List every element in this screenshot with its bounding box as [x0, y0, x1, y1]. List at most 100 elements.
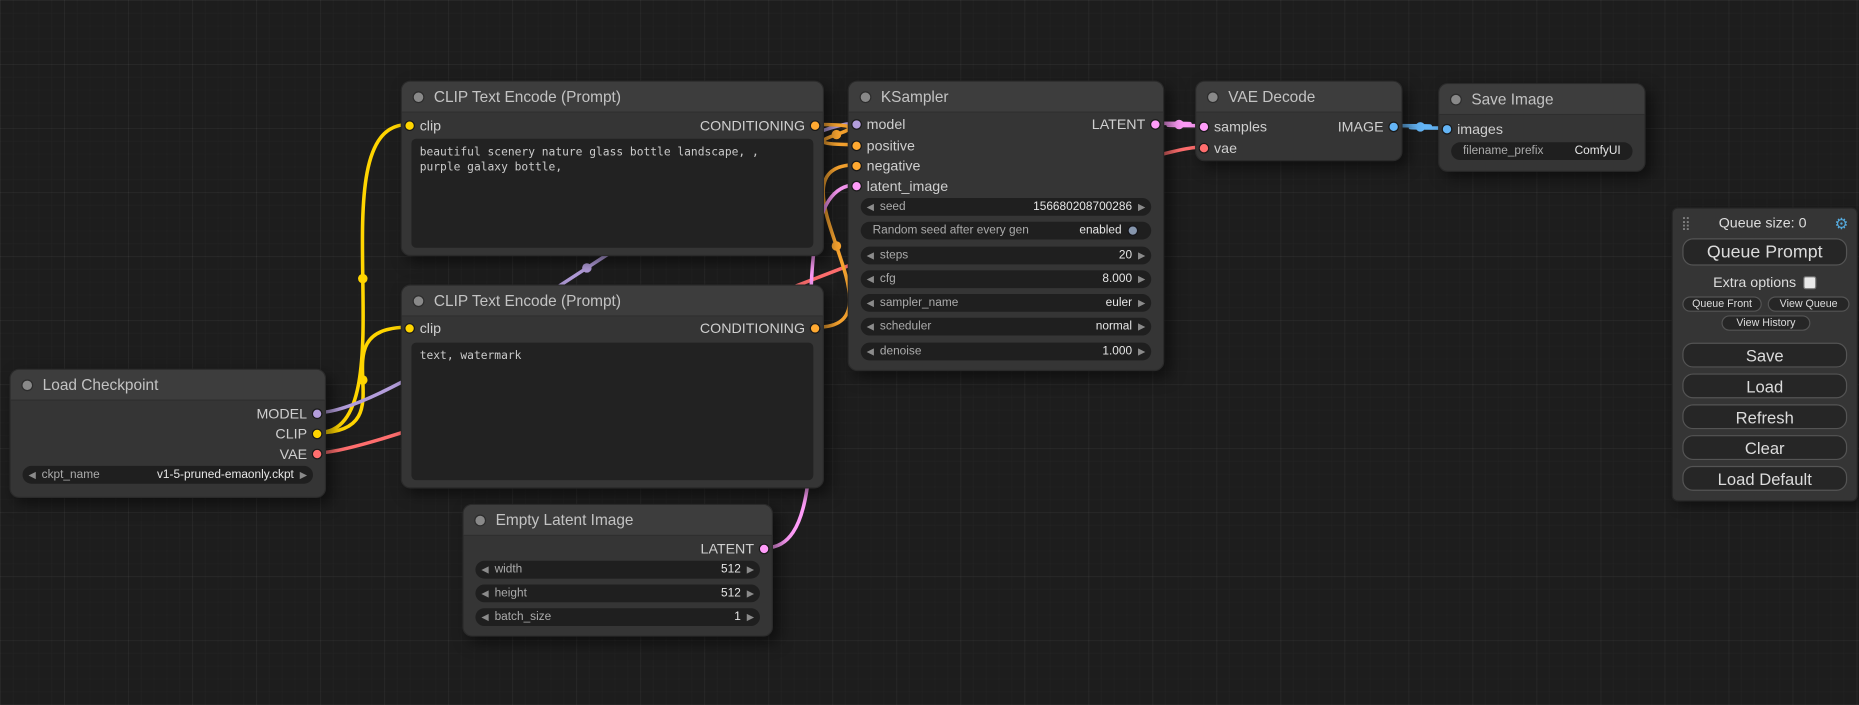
increment-arrow-icon[interactable]: ▶ [1132, 294, 1151, 312]
increment-arrow-icon[interactable]: ▶ [1132, 247, 1151, 265]
node-save-image[interactable]: Save Image images filename_prefix ComfyU… [1438, 83, 1645, 172]
input-label-clip: clip [420, 320, 441, 337]
decrement-arrow-icon[interactable]: ◀ [861, 343, 880, 361]
link-midpoint-dot [832, 130, 841, 139]
link-midpoint-dot [358, 274, 367, 283]
random-seed-widget[interactable]: Random seed after every gen enabled [861, 222, 1151, 240]
denoise-widget[interactable]: ◀ denoise 1.000 ▶ [861, 343, 1151, 361]
steps-widget[interactable]: ◀ steps 20 ▶ [861, 247, 1151, 265]
output-port-clip[interactable] [312, 429, 323, 440]
output-port-vae[interactable] [312, 449, 323, 460]
output-label-conditioning: CONDITIONING [700, 320, 805, 337]
filename-prefix-widget[interactable]: filename_prefix ComfyUI [1451, 142, 1632, 160]
output-label-conditioning: CONDITIONING [700, 117, 805, 134]
node-title-text: CLIP Text Encode (Prompt) [434, 88, 621, 106]
save-button[interactable]: Save [1682, 343, 1847, 368]
node-title-bar[interactable]: VAE Decode [1196, 82, 1401, 113]
input-port-positive[interactable] [851, 140, 862, 151]
node-load-checkpoint[interactable]: Load Checkpoint MODEL CLIP VAE ◀ ckpt_na… [9, 369, 326, 498]
node-vae-decode[interactable]: VAE Decode samples vae IMAGE [1195, 81, 1402, 162]
increment-arrow-icon[interactable]: ▶ [294, 466, 313, 484]
clear-button[interactable]: Clear [1682, 435, 1847, 460]
node-title-bar[interactable]: Empty Latent Image [464, 505, 772, 536]
view-history-button[interactable]: View History [1721, 315, 1810, 330]
decrement-arrow-icon[interactable]: ◀ [475, 561, 494, 579]
output-port-model[interactable] [312, 408, 323, 419]
output-label-latent: LATENT [701, 541, 754, 558]
queue-front-button[interactable]: Queue Front [1682, 296, 1761, 311]
node-empty-latent-image[interactable]: Empty Latent Image LATENT ◀ width 512 ▶ … [462, 504, 773, 637]
seed-widget[interactable]: ◀ seed 156680208700286 ▶ [861, 198, 1151, 216]
output-port-conditioning[interactable] [810, 120, 821, 131]
widget-value: 156680208700286 [906, 200, 1132, 213]
decrement-arrow-icon[interactable]: ◀ [861, 318, 880, 336]
increment-arrow-icon[interactable]: ▶ [741, 561, 760, 579]
node-title-text: CLIP Text Encode (Prompt) [434, 292, 621, 310]
link-midpoint-dot [582, 263, 591, 272]
comfyui-viewport: Load Checkpoint MODEL CLIP VAE ◀ ckpt_na… [0, 0, 1859, 705]
decrement-arrow-icon[interactable]: ◀ [861, 247, 880, 265]
decrement-arrow-icon[interactable]: ◀ [475, 584, 494, 602]
batch-size-widget[interactable]: ◀ batch_size 1 ▶ [475, 608, 760, 626]
increment-arrow-icon[interactable]: ▶ [1132, 343, 1151, 361]
input-port-vae[interactable] [1199, 143, 1210, 154]
widget-label: filename_prefix [1463, 145, 1543, 158]
load-button[interactable]: Load [1682, 373, 1847, 398]
node-clip-text-encode-positive[interactable]: CLIP Text Encode (Prompt) clip CONDITION… [401, 81, 824, 256]
input-port-clip[interactable] [404, 323, 415, 334]
toggle-icon[interactable] [1127, 225, 1138, 236]
decrement-arrow-icon[interactable]: ◀ [861, 198, 880, 216]
input-port-model[interactable] [851, 119, 862, 130]
increment-arrow-icon[interactable]: ▶ [1132, 318, 1151, 336]
ckpt-name-widget[interactable]: ◀ ckpt_name v1-5-pruned-emaonly.ckpt ▶ [23, 466, 313, 484]
extra-options-row: Extra options [1673, 274, 1857, 291]
node-title-bar[interactable]: Load Checkpoint [11, 370, 325, 401]
widget-value: 512 [527, 587, 741, 600]
scheduler-widget[interactable]: ◀ scheduler normal ▶ [861, 318, 1151, 336]
decrement-arrow-icon[interactable]: ◀ [23, 466, 42, 484]
decrement-arrow-icon[interactable]: ◀ [861, 294, 880, 312]
increment-arrow-icon[interactable]: ▶ [741, 584, 760, 602]
widget-label: cfg [880, 273, 896, 286]
node-title-bar[interactable]: CLIP Text Encode (Prompt) [402, 286, 823, 317]
output-port-latent[interactable] [1150, 119, 1161, 130]
input-port-clip[interactable] [404, 120, 415, 131]
increment-arrow-icon[interactable]: ▶ [1132, 270, 1151, 288]
settings-gear-icon[interactable]: ⚙ [1835, 215, 1849, 230]
increment-arrow-icon[interactable]: ▶ [741, 608, 760, 626]
view-queue-button[interactable]: View Queue [1768, 296, 1850, 311]
input-label-vae: vae [1214, 140, 1237, 157]
output-port-image[interactable] [1388, 122, 1399, 133]
input-port-images[interactable] [1442, 124, 1453, 135]
output-label-vae: VAE [280, 446, 307, 463]
node-status-dot-icon [413, 295, 425, 307]
widget-value: 8.000 [896, 273, 1132, 286]
cfg-widget[interactable]: ◀ cfg 8.000 ▶ [861, 270, 1151, 288]
widget-label: sampler_name [880, 296, 958, 309]
output-port-latent[interactable] [759, 544, 770, 555]
node-title-bar[interactable]: CLIP Text Encode (Prompt) [402, 82, 823, 113]
input-port-latent-image[interactable] [851, 181, 862, 192]
height-widget[interactable]: ◀ height 512 ▶ [475, 584, 760, 602]
load-default-button[interactable]: Load Default [1682, 466, 1847, 491]
width-widget[interactable]: ◀ width 512 ▶ [475, 561, 760, 579]
node-clip-text-encode-negative[interactable]: CLIP Text Encode (Prompt) clip CONDITION… [401, 285, 824, 489]
node-title-bar[interactable]: Save Image [1439, 84, 1644, 115]
node-ksampler[interactable]: KSampler model positive negative latent_… [848, 81, 1165, 371]
decrement-arrow-icon[interactable]: ◀ [861, 270, 880, 288]
increment-arrow-icon[interactable]: ▶ [1132, 198, 1151, 216]
node-title-text: VAE Decode [1228, 88, 1315, 106]
decrement-arrow-icon[interactable]: ◀ [475, 608, 494, 626]
extra-options-checkbox[interactable] [1803, 276, 1816, 289]
queue-prompt-button[interactable]: Queue Prompt [1682, 238, 1847, 265]
positive-prompt-textarea[interactable]: beautiful scenery nature glass bottle la… [411, 139, 813, 248]
widget-label: width [495, 563, 523, 576]
input-port-negative[interactable] [851, 161, 862, 172]
sampler-name-widget[interactable]: ◀ sampler_name euler ▶ [861, 294, 1151, 312]
node-title-bar[interactable]: KSampler [849, 82, 1163, 113]
drag-handle-icon[interactable]: ⣿ [1681, 215, 1691, 230]
output-port-conditioning[interactable] [810, 323, 821, 334]
input-port-samples[interactable] [1199, 122, 1210, 133]
negative-prompt-textarea[interactable]: text, watermark [411, 343, 813, 481]
refresh-button[interactable]: Refresh [1682, 404, 1847, 429]
